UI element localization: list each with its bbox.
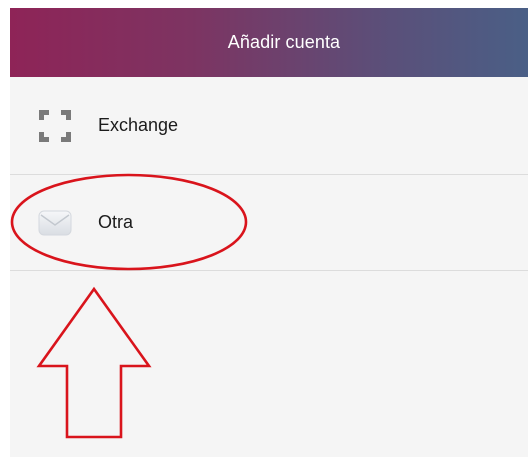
exchange-icon	[38, 109, 72, 143]
account-type-list: Exchange Otra	[10, 77, 528, 271]
account-item-label: Exchange	[98, 115, 179, 135]
add-account-screen: Añadir cuenta Exchange Otra	[10, 8, 528, 457]
page-title: Añadir cuenta	[227, 32, 341, 52]
envelope-icon	[38, 206, 72, 240]
account-item-exchange[interactable]: Exchange	[10, 77, 528, 175]
app-header: Añadir cuenta	[10, 8, 528, 77]
account-item-label: Otra	[98, 212, 134, 232]
account-item-other[interactable]: Otra	[10, 175, 528, 271]
